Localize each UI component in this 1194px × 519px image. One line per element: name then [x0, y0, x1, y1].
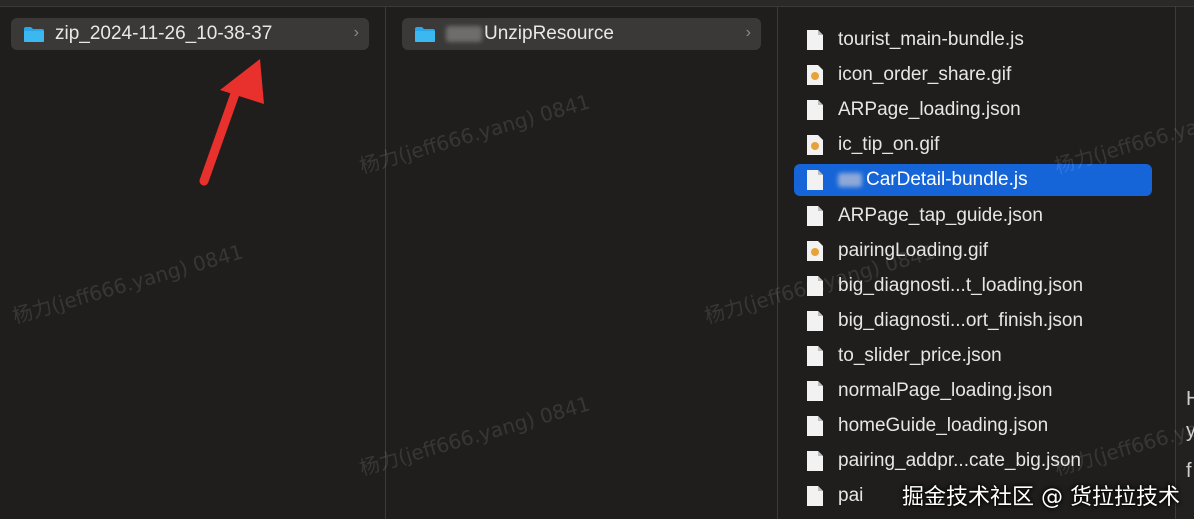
file-name: normalPage_loading.json [838, 380, 1052, 402]
red-arrow-annotation [199, 59, 264, 186]
chevron-right-icon: › [353, 24, 359, 41]
redacted-text [446, 25, 482, 42]
clipped-text: f [1186, 460, 1192, 482]
image-file-icon [806, 240, 826, 262]
document-file-icon [806, 415, 826, 437]
chevron-right-icon: › [745, 24, 751, 41]
file-name: pairing_addpr...cate_big.json [838, 450, 1081, 472]
file-name: big_diagnosti...ort_finish.json [838, 310, 1083, 332]
file-name-text: ARPage_loading.json [838, 99, 1021, 121]
file-name-text: homeGuide_loading.json [838, 415, 1049, 437]
file-name: icon_order_share.gif [838, 64, 1011, 86]
document-file-icon [806, 310, 826, 332]
document-file-icon [806, 380, 826, 402]
document-file-icon [806, 205, 826, 227]
window-top-edge [0, 0, 1194, 7]
folder-name: zip_2024-11-26_10-38-37 [55, 23, 273, 44]
file-name: pai [838, 485, 863, 507]
file-name: homeGuide_loading.json [838, 415, 1048, 437]
redacted-text [838, 173, 862, 188]
credit-watermark: 掘金技术社区 @ 货拉拉技术 [902, 485, 1180, 510]
folder-row-zip[interactable]: zip_2024-11-26_10-38-37 › [11, 18, 369, 50]
file-name: CarDetail-bundle.js [838, 169, 1028, 191]
file-name-text: to_slider_price.json [838, 344, 1002, 366]
document-file-icon [806, 169, 826, 191]
clipped-text: H [1186, 388, 1194, 410]
file-row[interactable]: ARPage_loading.json [806, 94, 1166, 126]
file-name: ARPage_loading.json [838, 99, 1021, 121]
file-name-text: ic_tip_on.gif [838, 134, 940, 156]
file-row[interactable]: big_diagnosti...ort_finish.json [806, 305, 1166, 337]
folder-icon [23, 26, 45, 43]
document-file-icon [806, 450, 826, 472]
file-name: tourist_main-bundle.js [838, 29, 1024, 51]
file-name-text: tourist_main-bundle.js [838, 29, 1024, 50]
file-name: ic_tip_on.gif [838, 134, 939, 156]
folder-name: UnzipResource [446, 23, 614, 45]
file-name-text: big_diagnosti...ort_finish.json [838, 309, 1084, 331]
file-name-text: pairing_addpr...cate_big.json [838, 450, 1081, 472]
file-row[interactable]: icon_order_share.gif [806, 59, 1166, 91]
file-name: ARPage_tap_guide.json [838, 205, 1043, 227]
file-name: to_slider_price.json [838, 345, 1002, 367]
folder-row-unzip-resource[interactable]: UnzipResource › [402, 18, 761, 50]
file-row[interactable]: CarDetail-bundle.js [794, 164, 1152, 197]
document-file-icon [806, 485, 826, 507]
image-file-icon [806, 134, 826, 156]
document-file-icon [806, 345, 826, 367]
file-name-text: icon_order_share.gif [838, 64, 1012, 86]
document-file-icon [806, 29, 826, 51]
file-name-text: normalPage_loading.json [838, 380, 1053, 401]
file-row[interactable]: ARPage_tap_guide.json [806, 200, 1166, 232]
file-row[interactable]: normalPage_loading.json [806, 375, 1166, 407]
file-name-text: ARPage_tap_guide.json [838, 204, 1043, 226]
image-file-icon [806, 64, 826, 86]
file-name-text: pai [838, 485, 864, 507]
file-row[interactable]: to_slider_price.json [806, 340, 1166, 372]
folder-name-text: UnzipResource [484, 23, 614, 44]
file-row[interactable]: tourist_main-bundle.js [806, 24, 1166, 56]
file-name-text: CarDetail-bundle.js [866, 169, 1028, 191]
folder-icon [414, 26, 436, 43]
document-file-icon [806, 99, 826, 121]
